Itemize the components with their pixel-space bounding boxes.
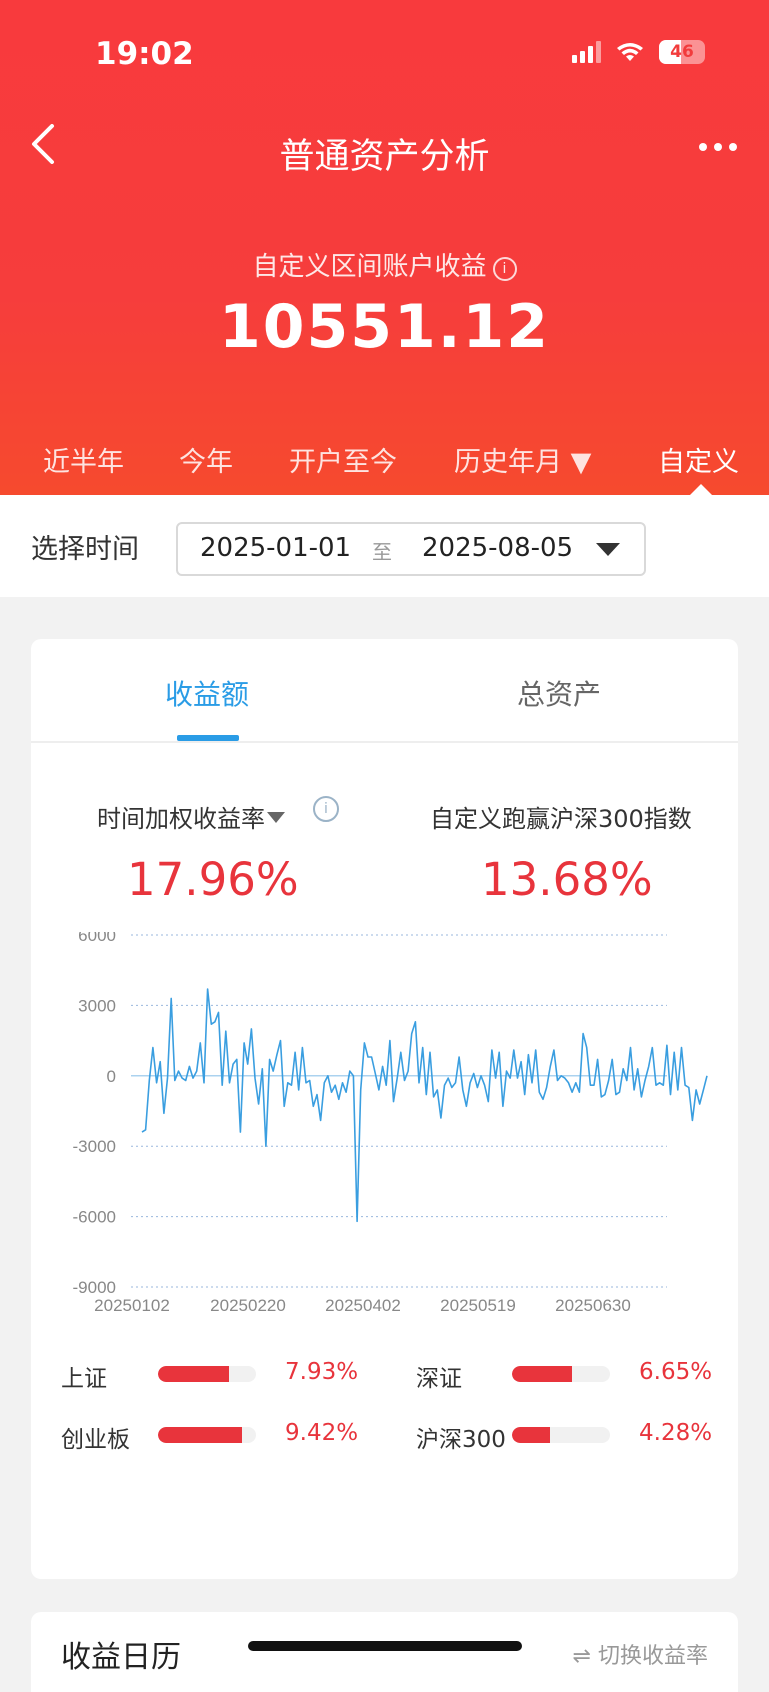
battery-level: 46 — [670, 42, 694, 62]
header: 19:02 46 普通资产分析 自定义区间账户收益 i 10551.12 近半年 … — [0, 0, 769, 495]
period-tab-half-year[interactable]: 近半年 — [43, 440, 124, 479]
index-value-sz: 6.65% — [639, 1359, 713, 1385]
tab-profit-amount[interactable]: 收益额 — [165, 673, 249, 713]
index-bar-cyb — [158, 1427, 256, 1443]
metric-beat-value: 13.68% — [481, 853, 653, 906]
info-icon[interactable]: i — [492, 257, 517, 281]
metric-twr-label-text: 时间加权收益率 — [97, 805, 265, 833]
profit-line-chart: 6000 3000 0 -3000 -6000 -900020250102 20250220… — [73, 932, 708, 1315]
period-tab-this-year[interactable]: 今年 — [179, 440, 233, 479]
analysis-card: 收益额 总资产 时间加权收益率 i 自定义跑赢沪深300指数 17.96% 13… — [31, 639, 738, 1579]
index-value-hs300: 4.28% — [639, 1420, 713, 1446]
y-tick-label: -9000 — [73, 1278, 116, 1297]
y-tick-label: 3000 — [78, 996, 116, 1015]
summary-label-text: 自定义区间账户收益 — [252, 252, 487, 282]
index-bar-hs300 — [512, 1427, 610, 1443]
wifi-icon — [617, 43, 643, 61]
summary-label: 自定义区间账户收益 i — [0, 246, 769, 283]
x-tick-label: 20250220 — [210, 1296, 286, 1315]
info-icon[interactable]: i — [313, 796, 339, 822]
period-tab-custom[interactable]: 自定义 — [658, 440, 739, 479]
date-filter-bar: 选择时间 2025-01-01 至 2025-08-05 — [0, 495, 769, 597]
end-date[interactable]: 2025-08-05 — [422, 533, 573, 563]
triangle-down-icon[interactable] — [267, 812, 285, 823]
switch-rate-label: 切换收益率 — [597, 1644, 708, 1669]
index-bar-sz — [512, 1366, 610, 1382]
period-tabs: 近半年 今年 开户至今 历史年月 ▼ 自定义 — [0, 440, 769, 480]
metric-beat-label: 自定义跑赢沪深300指数 — [430, 805, 692, 833]
x-tick-label: 20250402 — [325, 1296, 401, 1315]
date-range-picker[interactable]: 2025-01-01 至 2025-08-05 — [176, 522, 646, 576]
index-value-cyb: 9.42% — [285, 1420, 359, 1446]
index-bar-fill — [158, 1427, 243, 1443]
period-tab-since-open[interactable]: 开户至今 — [289, 440, 397, 479]
index-name-sh: 上证 — [61, 1366, 107, 1392]
status-icons: 46 — [572, 40, 705, 64]
metric-twr-value: 17.96% — [127, 853, 299, 906]
x-tick-label: 20250519 — [440, 1296, 516, 1315]
metric-twr-label[interactable]: 时间加权收益率 — [97, 799, 285, 834]
calendar-title: 收益日历 — [61, 1640, 181, 1675]
x-tick-label: 20250630 — [555, 1296, 631, 1315]
home-indicator — [248, 1641, 522, 1651]
more-icon[interactable] — [699, 143, 737, 151]
period-tab-history[interactable]: 历史年月 ▼ — [454, 440, 591, 479]
y-tick-label: 6000 — [78, 932, 116, 945]
index-name-hs300: 沪深300 — [416, 1427, 506, 1453]
index-value-sh: 7.93% — [285, 1359, 359, 1385]
dropdown-icon[interactable] — [596, 543, 620, 556]
x-tick-label: 20250102 — [94, 1296, 170, 1315]
date-filter-label: 选择时间 — [31, 534, 139, 565]
page-title: 普通资产分析 — [279, 137, 490, 177]
date-separator: 至 — [372, 540, 392, 564]
signal-icon — [572, 41, 601, 63]
tab-total-assets[interactable]: 总资产 — [517, 673, 601, 713]
index-bar-fill — [512, 1366, 572, 1382]
battery-icon: 46 — [659, 40, 705, 64]
tab-divider — [31, 741, 738, 743]
index-bar-sh — [158, 1366, 256, 1382]
index-name-sz: 深证 — [416, 1366, 462, 1392]
y-tick-label: -6000 — [73, 1208, 116, 1227]
index-name-cyb: 创业板 — [61, 1427, 130, 1453]
y-tick-label: -3000 — [73, 1137, 116, 1156]
index-bar-fill — [512, 1427, 551, 1443]
summary-value: 10551.12 — [218, 292, 551, 362]
series-line — [141, 988, 708, 1223]
start-date[interactable]: 2025-01-01 — [200, 533, 351, 563]
calendar-card: 收益日历 ⇌ 切换收益率 — [31, 1612, 738, 1692]
y-tick-label: 0 — [107, 1067, 116, 1086]
active-tab-caret — [690, 484, 712, 495]
status-time: 19:02 — [95, 36, 194, 72]
index-bar-fill — [158, 1366, 229, 1382]
switch-rate-button[interactable]: ⇌ 切换收益率 — [573, 1638, 708, 1670]
